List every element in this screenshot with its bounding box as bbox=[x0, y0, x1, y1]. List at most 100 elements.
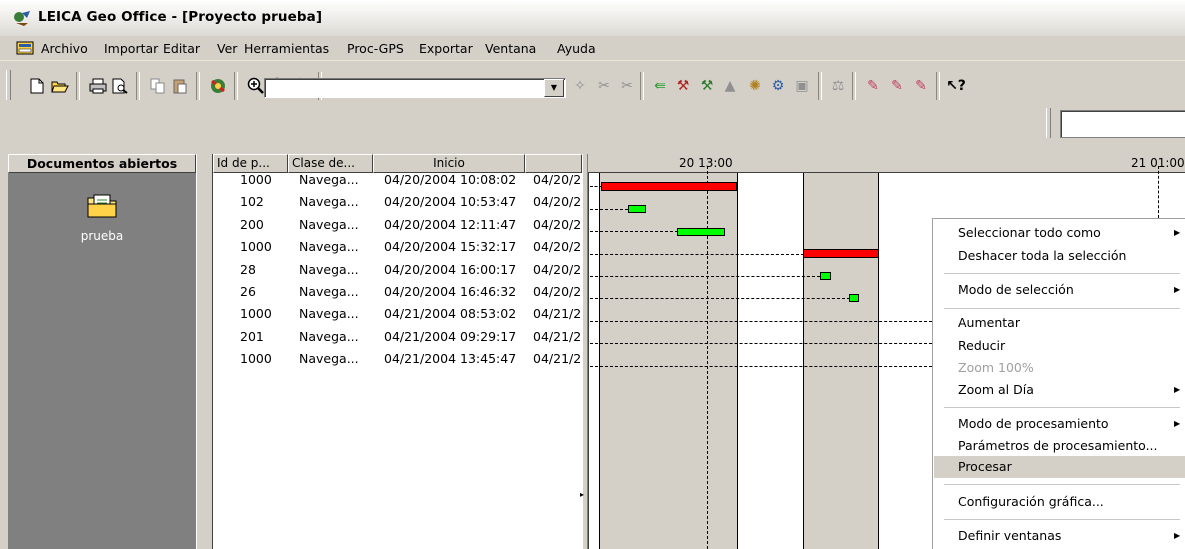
settings-icon[interactable]: ⚙ bbox=[768, 76, 788, 96]
toolbar-separator bbox=[936, 72, 940, 100]
cell-id: 28 bbox=[240, 261, 256, 277]
day-band bbox=[803, 173, 879, 549]
menu-separator bbox=[944, 484, 1180, 485]
context-menu-item[interactable]: Procesar bbox=[958, 459, 1012, 474]
toolbar-separator bbox=[136, 72, 140, 100]
cell-inicio: 04/20/2004 10:53:47 bbox=[384, 194, 517, 210]
cell-fin: 04/21/2 bbox=[533, 328, 581, 344]
open-documents-header: Documentos abiertos bbox=[8, 154, 196, 173]
tool-icon[interactable]: ⚒ bbox=[673, 76, 693, 96]
triangle-icon[interactable]: ▲ bbox=[720, 76, 740, 96]
cell-id: 102 bbox=[240, 194, 264, 210]
menu-importar[interactable]: Importar bbox=[104, 41, 158, 56]
context-menu-item[interactable]: Zoom al Día bbox=[958, 382, 1034, 397]
gantt-bar-green[interactable] bbox=[628, 205, 646, 213]
paste-icon[interactable] bbox=[170, 76, 190, 96]
gantt-bar-red[interactable] bbox=[803, 249, 879, 258]
context-menu-item[interactable]: Definir ventanas bbox=[958, 528, 1061, 543]
cell-fin: 04/21/2 bbox=[533, 306, 581, 322]
print-icon[interactable] bbox=[88, 76, 108, 96]
chevron-down-icon[interactable]: ▼ bbox=[544, 79, 564, 97]
time-marker-line bbox=[707, 166, 708, 549]
gantt-row-line bbox=[590, 231, 678, 232]
cell-clase: Navega... bbox=[299, 328, 359, 344]
context-menu-item[interactable]: Aumentar bbox=[958, 315, 1020, 330]
cell-inicio: 04/21/2004 13:45:47 bbox=[384, 351, 517, 367]
splitter-arrow-icon: ▸ bbox=[580, 490, 585, 499]
menu-proc-gps[interactable]: Proc-GPS bbox=[347, 41, 404, 56]
scissors-alt-icon[interactable]: ✂ bbox=[617, 76, 637, 96]
compass-icon[interactable]: ✧ bbox=[570, 76, 590, 96]
context-menu-item[interactable]: Configuración gráfica... bbox=[958, 494, 1104, 509]
import-icon[interactable] bbox=[208, 76, 228, 96]
submenu-arrow-icon: ▶ bbox=[1174, 285, 1181, 294]
menu-archivo[interactable]: Archivo bbox=[41, 41, 88, 56]
gantt-bar-green[interactable] bbox=[677, 228, 725, 236]
menu-ventana[interactable]: Ventana bbox=[485, 41, 536, 56]
gantt-bar-green[interactable] bbox=[820, 272, 831, 280]
context-menu-item[interactable]: Modo de procesamiento bbox=[958, 416, 1109, 431]
brush-alt-icon[interactable]: ✎ bbox=[887, 76, 907, 96]
time-marker-line bbox=[1158, 166, 1159, 218]
brush-icon[interactable]: ✎ bbox=[863, 76, 883, 96]
cell-clase: Navega... bbox=[299, 216, 359, 232]
toolbar-separator bbox=[196, 72, 200, 100]
menu-separator bbox=[944, 519, 1180, 520]
balance-icon[interactable]: ⚖ bbox=[828, 76, 848, 96]
toolbar-grip[interactable] bbox=[6, 70, 11, 100]
cell-clase: Navega... bbox=[299, 351, 359, 367]
leica-app-icon bbox=[14, 11, 30, 26]
cell-fin: 04/20/2 bbox=[533, 284, 581, 299]
time-label: 20 13:00 bbox=[679, 156, 733, 170]
cell-inicio: 04/20/2004 10:08:02 bbox=[384, 172, 517, 187]
cell-fin: 04/20/2 bbox=[533, 261, 581, 277]
print-preview-icon[interactable] bbox=[110, 76, 130, 96]
toolbar-combo[interactable] bbox=[264, 78, 566, 98]
project-folder-icon[interactable] bbox=[86, 192, 118, 218]
cell-clase: Navega... bbox=[299, 194, 359, 210]
submenu-arrow-icon: ▶ bbox=[1174, 531, 1181, 540]
context-menu-item[interactable]: Parámetros de procesamiento... bbox=[958, 438, 1158, 453]
right-toolbar-field[interactable] bbox=[1060, 110, 1185, 138]
cell-clase: Navega... bbox=[299, 284, 359, 299]
menu-ayuda[interactable]: Ayuda bbox=[557, 41, 596, 56]
help-icon[interactable]: ↖? bbox=[946, 76, 966, 96]
arrow-icon[interactable]: ⇚ bbox=[650, 76, 670, 96]
tool-alt-icon[interactable]: ⚒ bbox=[697, 76, 717, 96]
gantt-row-line bbox=[590, 366, 932, 367]
new-document-icon[interactable] bbox=[27, 76, 47, 96]
context-menu-item[interactable]: Deshacer toda la selección bbox=[958, 248, 1126, 263]
submenu-arrow-icon: ▶ bbox=[1174, 228, 1181, 237]
cell-id: 200 bbox=[240, 216, 264, 232]
gantt-row-line bbox=[590, 321, 932, 322]
gantt-bar-red[interactable] bbox=[601, 182, 737, 191]
cell-inicio: 04/20/2004 12:11:47 bbox=[384, 216, 517, 232]
context-menu-item[interactable]: Seleccionar todo como bbox=[958, 225, 1101, 240]
context-menu-item[interactable]: Zoom 100% bbox=[958, 360, 1034, 375]
context-menu-item[interactable]: Modo de selección bbox=[958, 282, 1074, 297]
context-menu-item[interactable]: Reducir bbox=[958, 338, 1005, 353]
toolbar-grip[interactable] bbox=[1046, 108, 1051, 138]
menu-herramientas[interactable]: Herramientas bbox=[244, 41, 329, 56]
toolbar-separator bbox=[76, 72, 80, 100]
open-folder-icon[interactable] bbox=[50, 76, 70, 96]
menu-separator bbox=[944, 273, 1180, 274]
cell-id: 1000 bbox=[240, 351, 272, 367]
cell-fin: 04/20/2 bbox=[533, 239, 581, 255]
document-menu-icon[interactable] bbox=[16, 41, 34, 57]
cell-fin: 04/20/2 bbox=[533, 194, 581, 210]
menu-ver[interactable]: Ver bbox=[217, 41, 237, 56]
brush-alt2-icon[interactable]: ✎ bbox=[911, 76, 931, 96]
menu-exportar[interactable]: Exportar bbox=[419, 41, 473, 56]
toolbar-separator bbox=[640, 72, 644, 100]
cell-inicio: 04/21/2004 08:53:02 bbox=[384, 306, 517, 322]
gantt-bar-green[interactable] bbox=[849, 294, 859, 302]
scissors-icon[interactable]: ✂ bbox=[594, 76, 614, 96]
window-icon[interactable]: ▣ bbox=[792, 76, 812, 96]
copy-icon[interactable] bbox=[148, 76, 168, 96]
menu-editar[interactable]: Editar bbox=[163, 41, 200, 56]
cell-clase: Navega... bbox=[299, 239, 359, 255]
satellite-icon[interactable]: ✺ bbox=[745, 76, 765, 96]
project-label[interactable]: prueba bbox=[60, 229, 144, 243]
zoom-in-icon[interactable] bbox=[246, 76, 266, 96]
